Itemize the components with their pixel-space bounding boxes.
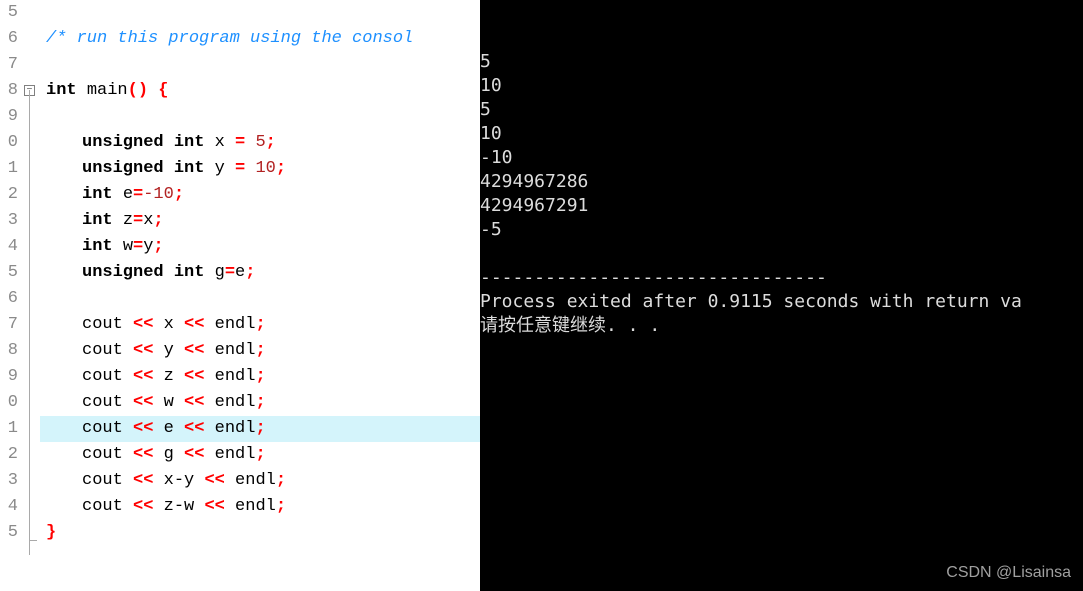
line-number: 7	[0, 52, 18, 78]
line-number-gutter: 567890123456789012345	[0, 0, 22, 591]
code-line[interactable]: cout << z << endl;	[40, 364, 480, 390]
line-number: 1	[0, 156, 18, 182]
code-line[interactable]	[40, 52, 480, 78]
line-number: 6	[0, 286, 18, 312]
line-number: 8	[0, 78, 18, 104]
code-line[interactable]: cout << g << endl;	[40, 442, 480, 468]
line-number: 6	[0, 26, 18, 52]
console-text: 5 10 5 10 -10 4294967286 4294967291 -5 -…	[480, 50, 1083, 338]
code-line[interactable]	[40, 104, 480, 130]
code-line[interactable]: cout << x-y << endl;	[40, 468, 480, 494]
line-number: 4	[0, 494, 18, 520]
fold-column: −	[22, 0, 40, 591]
code-editor[interactable]: 567890123456789012345 − /* run this prog…	[0, 0, 480, 591]
line-number: 2	[0, 442, 18, 468]
code-line[interactable]: int main() {	[40, 78, 480, 104]
code-line[interactable]: }	[40, 520, 480, 546]
line-number: 1	[0, 416, 18, 442]
code-line[interactable]	[40, 0, 480, 26]
line-number: 4	[0, 234, 18, 260]
code-line[interactable]: cout << z-w << endl;	[40, 494, 480, 520]
console-output[interactable]: 5 10 5 10 -10 4294967286 4294967291 -5 -…	[480, 0, 1083, 591]
code-line[interactable]: int e=-10;	[40, 182, 480, 208]
line-number: 3	[0, 208, 18, 234]
code-line[interactable]: cout << e << endl;	[40, 416, 480, 442]
line-number: 9	[0, 364, 18, 390]
code-line[interactable]: cout << w << endl;	[40, 390, 480, 416]
code-area[interactable]: /* run this program using the consol int…	[40, 0, 480, 591]
line-number: 8	[0, 338, 18, 364]
code-line[interactable]: /* run this program using the consol	[40, 26, 480, 52]
line-number: 5	[0, 520, 18, 546]
code-line[interactable]: unsigned int y = 10;	[40, 156, 480, 182]
line-number: 0	[0, 130, 18, 156]
code-line[interactable]: cout << x << endl;	[40, 312, 480, 338]
code-line[interactable]	[40, 286, 480, 312]
line-number: 7	[0, 312, 18, 338]
line-number: 5	[0, 0, 18, 26]
line-number: 3	[0, 468, 18, 494]
code-line[interactable]: unsigned int g=e;	[40, 260, 480, 286]
code-line[interactable]: unsigned int x = 5;	[40, 130, 480, 156]
watermark: CSDN @Lisainsa	[946, 561, 1071, 585]
code-line[interactable]: int w=y;	[40, 234, 480, 260]
line-number: 0	[0, 390, 18, 416]
code-line[interactable]: cout << y << endl;	[40, 338, 480, 364]
line-number: 9	[0, 104, 18, 130]
app-root: 567890123456789012345 − /* run this prog…	[0, 0, 1083, 591]
line-number: 5	[0, 260, 18, 286]
code-line[interactable]: int z=x;	[40, 208, 480, 234]
fold-guide-line	[29, 90, 30, 555]
line-number: 2	[0, 182, 18, 208]
fold-end-tick	[29, 540, 37, 541]
